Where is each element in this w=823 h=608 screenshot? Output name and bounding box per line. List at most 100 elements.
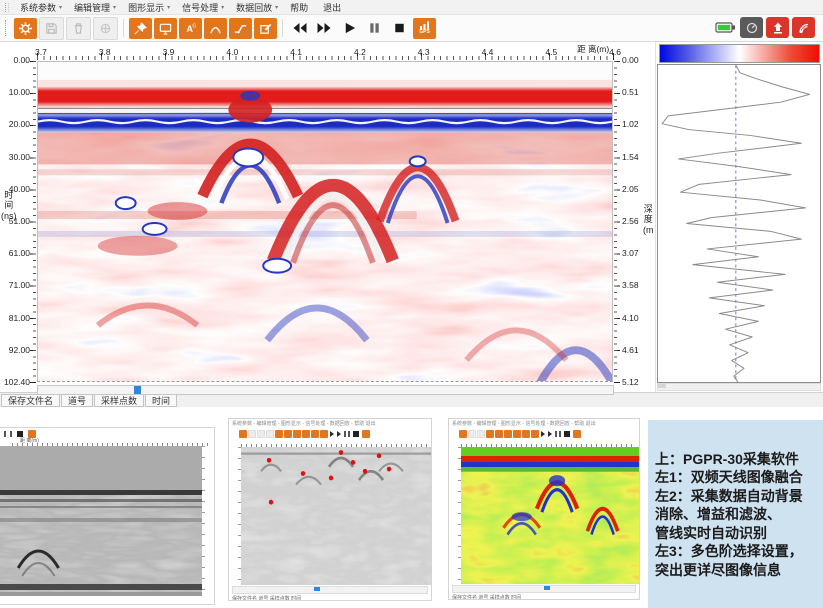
toolbar-grip: [5, 20, 8, 36]
gain-button[interactable]: AG: [179, 18, 202, 39]
color-scale-bar: [659, 44, 820, 63]
thumb1-radargram: [0, 446, 202, 596]
display-button[interactable]: [154, 18, 177, 39]
fast-forward-button[interactable]: [313, 18, 336, 39]
menu-bar: 系统参数 ▾ 编辑管理 ▾ 图形显示 ▾ 信号处理 ▾: [0, 0, 823, 15]
chevron-down-icon: ▾: [167, 4, 170, 11]
thumb2-scroll-handle: [314, 587, 320, 591]
caption-line: 突出更详尽图像信息: [655, 561, 818, 579]
trace-scrollbar[interactable]: [657, 383, 821, 391]
scrollbar-handle[interactable]: [134, 386, 141, 394]
svg-text:G: G: [192, 23, 196, 29]
time-axis-minor-ticks: [33, 61, 36, 382]
thumb3-toolbar: [449, 428, 639, 440]
thumb2-radargram: [241, 447, 431, 585]
thumbnail-multicolor-palette: 系统参数 - 编辑管理 - 图形显示 - 信号处理 - 数据回放 - 帮助 退出: [448, 418, 640, 600]
thumb3-radargram: [461, 447, 639, 584]
monitor-icon: [159, 22, 172, 35]
mini-tool-icon: [459, 430, 467, 438]
thumb2-time-ticks: [229, 447, 241, 585]
caption-line: 消除、增益和滤波、: [655, 505, 818, 523]
settings-button[interactable]: [14, 18, 37, 39]
mini-tool-icon: [320, 430, 328, 438]
thumb3-status: 保存文件名 道号 采样点数 时间: [449, 594, 639, 600]
rewind-button[interactable]: [288, 18, 311, 39]
time-tick-label: 102.40: [4, 377, 30, 387]
marker-button[interactable]: [129, 18, 152, 39]
stop-icon: [353, 431, 359, 437]
stop-button[interactable]: [388, 18, 411, 39]
thumb2-ruler: [241, 440, 428, 447]
play-icon: [337, 431, 341, 437]
mini-tool-icon: [522, 430, 530, 438]
time-tick-label: 92.00: [9, 345, 30, 355]
play-icon: [541, 431, 545, 437]
pushpin-icon: [134, 22, 147, 35]
rewind-icon: [291, 21, 308, 35]
menu-item[interactable]: 帮助: [284, 1, 317, 14]
save-icon: [45, 22, 58, 35]
mini-tool-icon: [495, 430, 503, 438]
play-icon: [548, 431, 552, 437]
gps-button[interactable]: GPS: [413, 18, 436, 39]
menu-items: 系统参数 ▾ 编辑管理 ▾ 图形显示 ▾ 信号处理 ▾: [14, 1, 350, 14]
pause-icon: [555, 431, 557, 437]
thumb2-menu: 系统参数 - 编辑管理 - 图形显示 - 信号处理 - 数据回放 - 帮助 退出: [229, 419, 431, 428]
main-content: 距 离(m) 3.73.83.94.04.14.24.34.44.54.6 0.…: [0, 42, 823, 392]
depth-tick-label: 3.07: [622, 248, 639, 258]
thumb3-scroll-handle: [544, 586, 550, 590]
time-tick-label: 71.00: [9, 280, 30, 290]
radar-dish-icon: [797, 21, 811, 35]
horizontal-scrollbar[interactable]: [37, 385, 614, 395]
pause-icon: [10, 431, 12, 437]
x-axis-minor-ticks: [37, 56, 613, 60]
menu-item[interactable]: 数据回放 ▾: [230, 1, 284, 14]
menu-item[interactable]: 图形显示 ▾: [122, 1, 176, 14]
hyperbola-button[interactable]: [204, 18, 227, 39]
menu-item[interactable]: 信号处理 ▾: [176, 1, 230, 14]
target-button: [93, 17, 118, 40]
depth-tick-label: 4.61: [622, 345, 639, 355]
antenna-button[interactable]: [792, 17, 815, 38]
trace-panel: [655, 42, 823, 392]
hyperbola-icon: [209, 22, 222, 35]
depth-tick-label: 0.51: [622, 87, 639, 97]
toolbar-separator: [123, 19, 124, 37]
menu-item[interactable]: 系统参数 ▾: [14, 1, 68, 14]
trace-scrollbar-handle[interactable]: [658, 384, 666, 388]
time-tick-label: 61.00: [9, 248, 30, 258]
slope-icon: [234, 22, 247, 35]
mini-tool-icon: [293, 430, 301, 438]
thumb3-time-ticks: [449, 447, 461, 584]
upload-button[interactable]: [766, 17, 789, 38]
ruler-ticks: [12, 443, 211, 446]
upload-icon: [771, 21, 785, 35]
edit-button[interactable]: [254, 18, 277, 39]
pause-button[interactable]: [363, 18, 386, 39]
status-segment: 道号: [61, 394, 93, 407]
pause-icon: [348, 431, 350, 437]
menu-item[interactable]: 退出: [317, 1, 350, 14]
time-tick-label: 30.00: [9, 152, 30, 162]
mini-tool-icon: [513, 430, 521, 438]
radargram-image[interactable]: [37, 61, 613, 382]
depth-tick-label: 2.05: [622, 184, 639, 194]
play-button[interactable]: [338, 18, 361, 39]
filter-button[interactable]: [229, 18, 252, 39]
depth-tick-label: 1.02: [622, 119, 639, 129]
thumbnail-dualband-fusion: 距 离(m): [0, 427, 215, 605]
menu-item[interactable]: 编辑管理 ▾: [68, 1, 122, 14]
play-icon: [330, 431, 334, 437]
thumb1-ruler: 距 离(m): [12, 439, 211, 446]
delete-button: [66, 17, 91, 40]
mini-tool-icon: [504, 430, 512, 438]
toolbar-grip: [5, 3, 9, 12]
depth-axis-label: 深度(m: [643, 204, 654, 235]
time-tick-label: 0.00: [13, 55, 30, 65]
gain-icon: AG: [184, 22, 197, 35]
depth-tick-label: 1.54: [622, 152, 639, 162]
gauge-button[interactable]: [740, 17, 763, 38]
trash-icon: [72, 22, 85, 35]
app-window: 系统参数 ▾ 编辑管理 ▾ 图形显示 ▾ 信号处理 ▾: [0, 0, 823, 405]
mini-tool-icon: [531, 430, 539, 438]
